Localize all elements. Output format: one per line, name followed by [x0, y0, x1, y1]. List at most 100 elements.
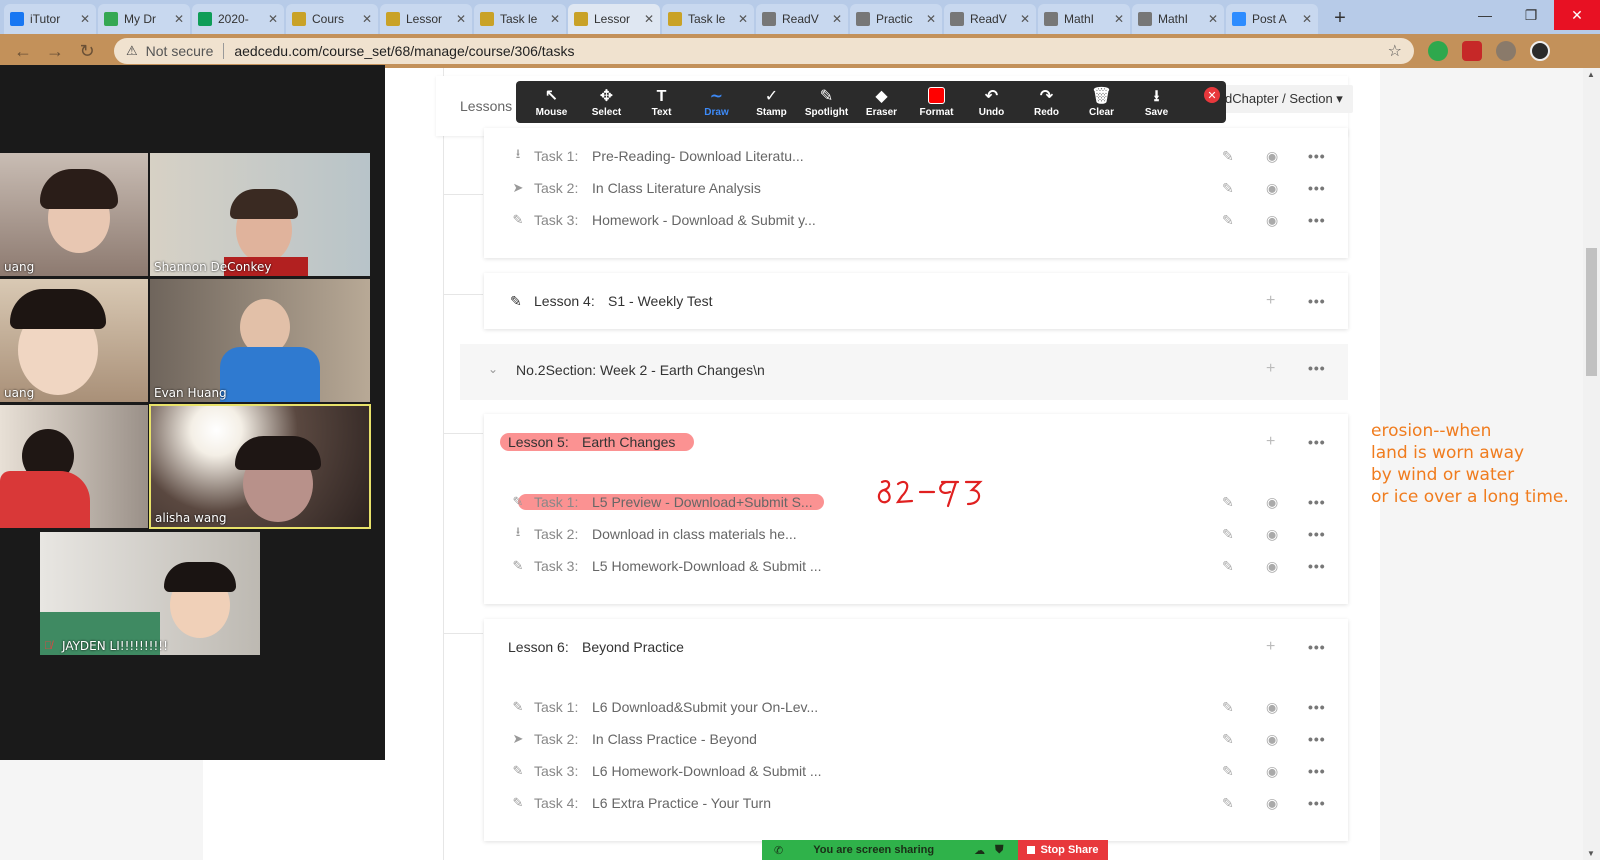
add-lesson-icon[interactable]: + — [1266, 360, 1275, 378]
task-row[interactable]: ⭳ Task 2: Download in class materials he… — [484, 518, 1348, 550]
zoom-tool-draw[interactable]: ∼ Draw — [689, 87, 744, 118]
lesson-name[interactable]: Beyond Practice — [582, 639, 684, 655]
edit-icon[interactable]: ✎ — [1222, 699, 1234, 716]
zoom-tool-clear[interactable]: 🗑 Clear — [1074, 87, 1129, 118]
preview-eye-icon[interactable]: ◉ — [1266, 699, 1278, 716]
extension-green-icon[interactable] — [1428, 41, 1448, 61]
add-chapter-section-button[interactable]: dChapter / Section ▾ — [1221, 85, 1353, 113]
tab-close-icon[interactable]: ✕ — [362, 12, 372, 26]
more-icon[interactable]: ••• — [1308, 763, 1326, 779]
edit-icon[interactable]: ✎ — [1222, 558, 1234, 575]
tab-close-icon[interactable]: ✕ — [456, 12, 466, 26]
more-icon[interactable]: ••• — [1308, 699, 1326, 715]
task-row[interactable]: ✎ Task 3: L6 Homework-Download & Submit … — [484, 755, 1348, 787]
preview-eye-icon[interactable]: ◉ — [1266, 731, 1278, 748]
restore-icon[interactable]: ❐ — [1508, 0, 1554, 30]
task-row[interactable]: ✎ Task 3: Homework - Download & Submit y… — [484, 204, 1348, 236]
edit-icon[interactable]: ✎ — [1222, 795, 1234, 812]
tab-close-icon[interactable]: ✕ — [80, 12, 90, 26]
section-row[interactable]: ⌄ No.2Section: Week 2 - Earth Changes\n … — [460, 344, 1348, 400]
video-tile[interactable]: uang — [0, 279, 148, 402]
preview-eye-icon[interactable]: ◉ — [1266, 795, 1278, 812]
lesson-name[interactable]: Earth Changes — [582, 434, 675, 450]
video-tile-active-speaker[interactable]: alisha wang — [149, 404, 371, 529]
edit-icon[interactable]: ✎ — [1222, 494, 1234, 511]
video-tile[interactable]: Shannon DeConkey — [150, 153, 370, 276]
browser-tab[interactable]: ReadV ✕ — [944, 4, 1036, 34]
more-icon[interactable]: ••• — [1308, 212, 1326, 228]
zoom-tool-spotlight[interactable]: ✎ Spotlight — [799, 87, 854, 118]
tab-close-icon[interactable]: ✕ — [1208, 12, 1218, 26]
lesson-row[interactable]: Lesson 6: Beyond Practice + ••• — [484, 619, 1348, 675]
task-name[interactable]: In Class Literature Analysis — [592, 180, 761, 196]
browser-tab[interactable]: MathI ✕ — [1132, 4, 1224, 34]
task-name[interactable]: L5 Homework-Download & Submit ... — [592, 558, 822, 574]
more-icon[interactable]: ••• — [1308, 558, 1326, 574]
preview-eye-icon[interactable]: ◉ — [1266, 558, 1278, 575]
edit-icon[interactable]: ✎ — [1222, 212, 1234, 229]
profile-avatar[interactable] — [1530, 41, 1550, 61]
task-name[interactable]: L5 Preview - Download+Submit S... — [592, 494, 813, 510]
zoom-tool-redo[interactable]: ↷ Redo — [1019, 87, 1074, 118]
more-icon[interactable]: ••• — [1308, 360, 1326, 376]
tab-close-icon[interactable]: ✕ — [1302, 12, 1312, 26]
section-title[interactable]: No.2Section: Week 2 - Earth Changes\n — [516, 362, 765, 378]
more-icon[interactable]: ••• — [1308, 731, 1326, 747]
tab-close-icon[interactable]: ✕ — [832, 12, 842, 26]
chevron-down-icon[interactable]: ⌄ — [488, 362, 498, 376]
page-scrollbar[interactable]: ▲ ▼ — [1583, 68, 1600, 860]
browser-tab[interactable]: 2020- ✕ — [192, 4, 284, 34]
more-icon[interactable]: ••• — [1308, 293, 1326, 309]
back-icon[interactable]: ← — [10, 38, 36, 64]
task-row[interactable]: ⭳ Task 1: Pre-Reading- Download Literatu… — [484, 140, 1348, 172]
preview-eye-icon[interactable]: ◉ — [1266, 526, 1278, 543]
preview-eye-icon[interactable]: ◉ — [1266, 148, 1278, 165]
edit-icon[interactable]: ✎ — [1222, 180, 1234, 197]
browser-tab[interactable]: Post A ✕ — [1226, 4, 1318, 34]
zoom-tool-save[interactable]: ⭳ Save — [1129, 87, 1184, 118]
task-name[interactable]: In Class Practice - Beyond — [592, 731, 757, 747]
edit-icon[interactable]: ✎ — [1222, 148, 1234, 165]
new-tab-button[interactable]: + — [1326, 4, 1354, 32]
omnibox[interactable]: ⚠ Not secure aedcedu.com/course_set/68/m… — [114, 38, 1414, 64]
browser-tab[interactable]: Lessor ✕ — [568, 4, 660, 34]
lesson-name[interactable]: S1 - Weekly Test — [608, 293, 713, 309]
task-row[interactable]: ➤ Task 2: In Class Literature Analysis ✎… — [484, 172, 1348, 204]
zoom-tool-mouse[interactable]: ↖ Mouse — [524, 87, 579, 118]
extension-puzzle-icon[interactable] — [1496, 41, 1516, 61]
browser-tab[interactable]: MathI ✕ — [1038, 4, 1130, 34]
task-name[interactable]: L6 Download&Submit your On-Lev... — [592, 699, 818, 715]
edit-icon[interactable]: ✎ — [1222, 763, 1234, 780]
zoom-tool-eraser[interactable]: ◆ Eraser — [854, 87, 909, 118]
stop-share-button[interactable]: Stop Share — [1018, 840, 1108, 860]
scrollbar-thumb[interactable] — [1586, 248, 1597, 376]
zoom-tool-select[interactable]: ✥ Select — [579, 87, 634, 118]
zoom-tool-format[interactable]: Format — [909, 86, 964, 118]
browser-tab[interactable]: Lessor ✕ — [380, 4, 472, 34]
more-icon[interactable]: ••• — [1308, 494, 1326, 510]
preview-eye-icon[interactable]: ◉ — [1266, 494, 1278, 511]
video-tile[interactable]: Evan Huang — [150, 279, 370, 402]
more-icon[interactable]: ••• — [1308, 795, 1326, 811]
more-icon[interactable]: ••• — [1308, 434, 1326, 450]
minimize-icon[interactable]: — — [1462, 0, 1508, 30]
task-name[interactable]: L6 Homework-Download & Submit ... — [592, 763, 822, 779]
browser-tab[interactable]: Task le ✕ — [474, 4, 566, 34]
more-icon[interactable]: ••• — [1308, 526, 1326, 542]
browser-tab[interactable]: Practic ✕ — [850, 4, 942, 34]
more-icon[interactable]: ••• — [1308, 148, 1326, 164]
preview-eye-icon[interactable]: ◉ — [1266, 212, 1278, 229]
video-tile[interactable] — [0, 405, 148, 528]
reload-icon[interactable]: ↻ — [74, 38, 100, 64]
task-name[interactable]: Homework - Download & Submit y... — [592, 212, 816, 228]
tab-close-icon[interactable]: ✕ — [1114, 12, 1124, 26]
scroll-down-icon[interactable]: ▼ — [1587, 849, 1595, 858]
preview-eye-icon[interactable]: ◉ — [1266, 763, 1278, 780]
add-task-icon[interactable]: + — [1266, 292, 1275, 310]
tab-close-icon[interactable]: ✕ — [1020, 12, 1030, 26]
zoom-tool-stamp[interactable]: ✓ Stamp — [744, 87, 799, 118]
task-row[interactable]: ✎ Task 4: L6 Extra Practice - Your Turn … — [484, 787, 1348, 819]
extension-ublock-icon[interactable] — [1462, 41, 1482, 61]
edit-icon[interactable]: ✎ — [1222, 526, 1234, 543]
browser-tab[interactable]: Cours ✕ — [286, 4, 378, 34]
